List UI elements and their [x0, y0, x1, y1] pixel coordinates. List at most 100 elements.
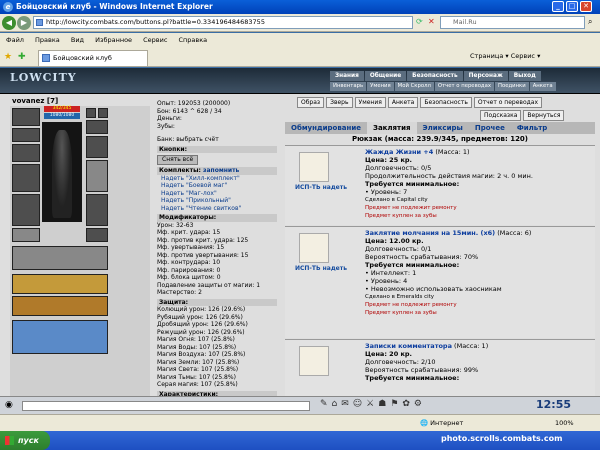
maximize-button[interactable]: □ — [566, 1, 578, 12]
mod-line: Мф. увертывания: 15 — [157, 244, 225, 251]
nav-chat[interactable]: Общение — [364, 71, 407, 81]
item-title[interactable]: Заклятие молчания на 15мин. (x6) — [365, 229, 495, 237]
menu-edit[interactable]: Правка — [35, 36, 60, 44]
address-input[interactable]: http://lowcity.combats.com/buttons.pl?ba… — [33, 16, 413, 29]
return-button[interactable]: Вернуться — [523, 110, 565, 121]
scrolls-row-1[interactable] — [12, 274, 108, 294]
set-item[interactable]: Надеть "Прикольный" — [161, 197, 277, 205]
item-title[interactable]: Записки комментатора — [365, 342, 452, 350]
menu-favorites[interactable]: Избранное — [95, 36, 132, 44]
character-avatar — [42, 122, 82, 222]
item-line: • Уровень: 4 — [365, 277, 408, 285]
sets-remember-link[interactable]: запомнить — [203, 167, 239, 174]
defense-line: Рубящий урон: 126 (29.6%) — [157, 313, 243, 321]
site-subnav: Инвентарь Умения Мой Скролл Отчет о перевод… — [330, 82, 595, 91]
tab-combats[interactable]: Бойцовский клуб — [38, 50, 148, 66]
tab-other[interactable]: Прочее — [469, 122, 511, 134]
item-line: Долговечность: 0/5 — [365, 164, 432, 172]
close-button[interactable]: ✕ — [580, 1, 592, 12]
mod-line: Мф. крит. удара: 15 — [157, 229, 221, 236]
helmet-slot[interactable] — [12, 108, 40, 126]
menu-view[interactable]: Вид — [71, 36, 84, 44]
search-icon[interactable]: ⌕ — [588, 17, 592, 27]
belt-items-row[interactable] — [12, 246, 108, 270]
menu-tools[interactable]: Сервис — [143, 36, 167, 44]
window-titlebar: e Бойцовский клуб - Windows Internet Exp… — [0, 0, 600, 14]
back-icon[interactable]: ◀ — [2, 16, 16, 30]
use-action[interactable]: ИСП-ТЬ надеть — [291, 184, 351, 192]
nav-character[interactable]: Персонаж — [463, 71, 508, 81]
pants-slot[interactable] — [86, 194, 108, 226]
help-buttons: Подсказка Вернуться — [480, 110, 566, 121]
zoom-level[interactable]: 100% — [555, 415, 574, 432]
subnav-fights[interactable]: Поединки — [494, 82, 529, 91]
hint-button[interactable]: Подсказка — [480, 110, 522, 121]
chat-input[interactable] — [22, 401, 310, 411]
windows-logo-icon — [5, 436, 14, 445]
ring-slot-1[interactable] — [86, 108, 96, 118]
item-line: Цена: 25 кр. — [365, 156, 413, 164]
tab-filter[interactable]: Фильтр — [511, 122, 553, 134]
chat-icon[interactable]: ◉ — [5, 400, 13, 410]
site-header: LOWCITY Знания Общение Безопасность Персона… — [0, 68, 600, 94]
armor-slot[interactable] — [12, 194, 40, 226]
ring-slot-2[interactable] — [98, 108, 108, 118]
tab-spells[interactable]: Заклятия — [366, 122, 417, 134]
page-tools[interactable]: Страница ▾ Сервис ▾ — [470, 52, 540, 60]
gloves-slot[interactable] — [86, 136, 108, 158]
tab-elixirs[interactable]: Эликсиры — [417, 122, 469, 134]
set-item[interactable]: Надеть "Чтение свитков" — [161, 205, 277, 213]
search-input[interactable]: Mail.Ru — [440, 16, 585, 29]
menu-help[interactable]: Справка — [179, 36, 208, 44]
remove-all-button[interactable]: Снять всё — [157, 155, 199, 165]
bracer-slot[interactable] — [12, 144, 40, 162]
refresh-icon[interactable]: ⟳ — [416, 17, 423, 26]
belt-slot[interactable] — [12, 228, 40, 242]
defense-line: Дробящий урон: 126 (29.6%) — [157, 321, 248, 328]
set-item[interactable]: Надеть "Маг-лох" — [161, 190, 277, 198]
subnav-skills[interactable]: Умения — [367, 82, 394, 91]
pet-button[interactable]: Зверь — [326, 97, 353, 108]
earring-slot[interactable] — [86, 120, 108, 134]
nav-knowledge[interactable]: Знания — [330, 71, 364, 81]
boots-slot[interactable] — [86, 228, 108, 242]
start-button[interactable]: пуск — [0, 431, 50, 450]
skills-button[interactable]: Умения — [354, 97, 386, 108]
security-button[interactable]: Безопасность — [420, 97, 472, 108]
image-button[interactable]: Образ — [297, 97, 325, 108]
stop-icon[interactable]: ✕ — [428, 17, 435, 26]
item-title[interactable]: Жажда Жизни +4 — [365, 148, 433, 156]
subnav-profile[interactable]: Анкета — [529, 82, 556, 91]
set-item[interactable]: Надеть "Боевой маг" — [161, 182, 277, 190]
nav-exit[interactable]: Выход — [508, 71, 541, 81]
weapon-slot[interactable] — [12, 164, 40, 192]
transfers-button[interactable]: Отчет о переводах — [473, 97, 542, 108]
bank-link[interactable]: Банк: выбрать счёт — [157, 136, 277, 144]
minimize-button[interactable]: _ — [552, 1, 564, 12]
mod-line: Мастерство: 2 — [157, 289, 202, 296]
subnav-inventory[interactable]: Инвентарь — [330, 82, 367, 91]
hp-mp-bars: 342/345 1080/1080 — [44, 106, 84, 120]
subnav-scroll[interactable]: Мой Скролл — [394, 82, 434, 91]
necklace-slot[interactable] — [12, 128, 40, 142]
tab-equipment[interactable]: Обмундирование — [285, 122, 367, 134]
add-favorite-icon[interactable]: ✚ — [18, 52, 26, 62]
favorites-star-icon[interactable]: ★ — [4, 52, 12, 62]
spells-grid[interactable] — [12, 320, 108, 354]
scrolls-row-2[interactable] — [12, 296, 108, 316]
shield-slot[interactable] — [86, 160, 108, 192]
game-toolbar: ◉ ✎⌂✉☺⚔☗⚑✿⚙ 12:55 — [0, 396, 600, 414]
defense-line: Магия Земли: 107 (25.8%) — [157, 358, 240, 366]
watermark: photo.scrolls.combats.com — [441, 434, 563, 443]
mod-line: Мф. парирования: 0 — [157, 266, 221, 274]
use-action[interactable]: ИСП-ТЬ надеть — [291, 265, 351, 273]
nav-security[interactable]: Безопасность — [407, 71, 463, 81]
item-warning: Предмет куплен за зубы — [365, 213, 437, 219]
set-item[interactable]: Надеть "Хилл-комплект" — [161, 175, 277, 183]
subnav-transfers[interactable]: Отчет о переводах — [434, 82, 494, 91]
forward-icon[interactable]: ▶ — [17, 16, 31, 30]
mod-line: Подавление защиты от магии: 1 — [157, 281, 261, 289]
menu-file[interactable]: Файл — [6, 36, 24, 44]
toolbar-icons[interactable]: ✎⌂✉☺⚔☗⚑✿⚙ — [320, 399, 426, 409]
profile-button[interactable]: Анкета — [387, 97, 419, 108]
